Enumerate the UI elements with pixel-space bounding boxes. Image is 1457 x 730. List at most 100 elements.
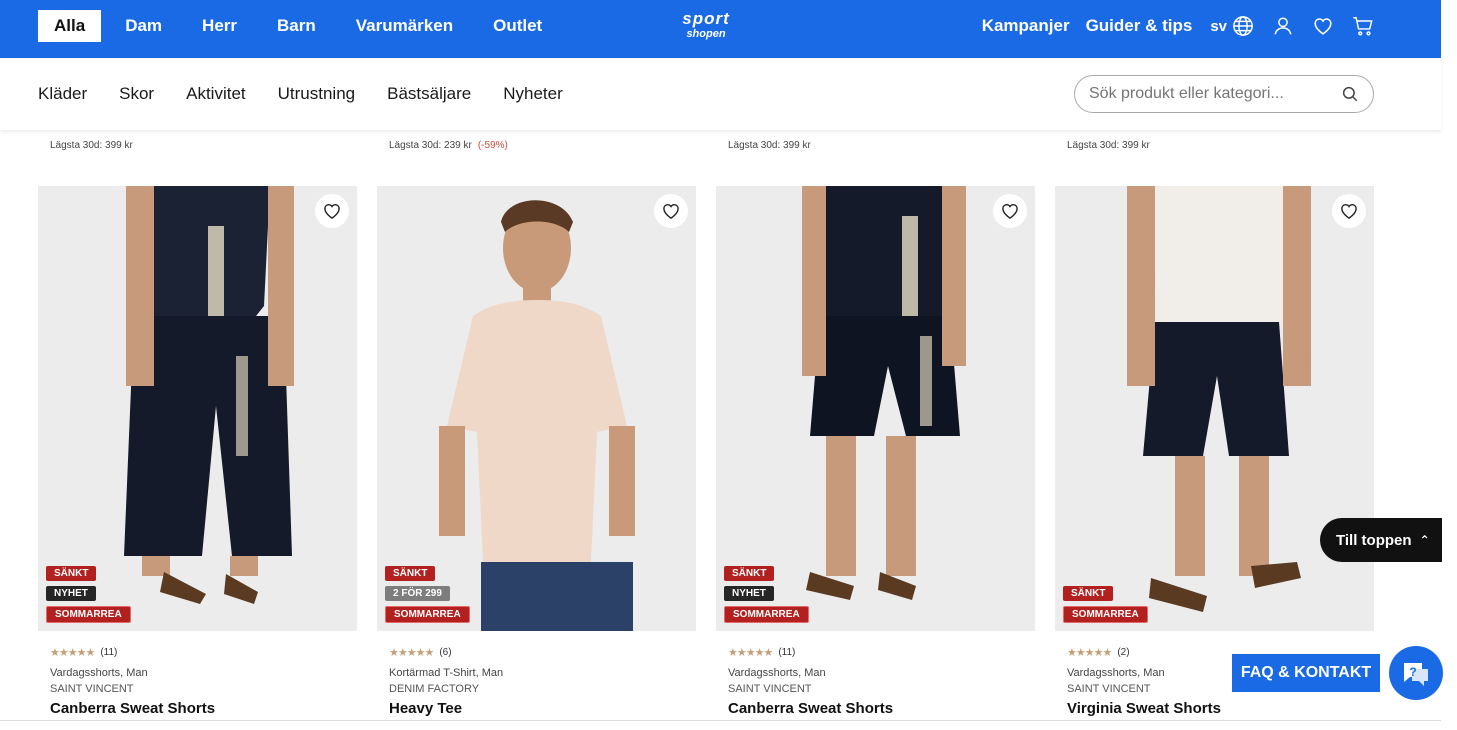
product-name[interactable]: Virginia Sweat Shorts (1067, 700, 1362, 717)
search-box (1074, 75, 1374, 113)
badge-sommarrea: SOMMARREA (724, 606, 809, 623)
chat-help-button[interactable]: ? (1389, 646, 1443, 700)
previous-lowest-price: Lägsta 30d: 399 kr (50, 140, 133, 151)
badge-sommarrea: SOMMARREA (1063, 606, 1148, 623)
badge-sommarrea: SOMMARREA (385, 606, 470, 623)
sportshopen-logo[interactable]: sport shopen (672, 10, 740, 46)
chat-help-icon: ? (1404, 663, 1428, 686)
rating: ★★★★★ (11) (50, 645, 345, 659)
product-info: ★★★★★ (11) Vardagsshorts, Man SAINT VINCE… (716, 631, 1035, 718)
star-rating-icon: ★★★★★ (389, 646, 434, 659)
badge-nyhet: NYHET (724, 586, 774, 601)
top-navigation-bar: Alla Dam Herr Barn Varumärken Outlet spo… (0, 0, 1441, 58)
category-menu: Kläder Skor Aktivitet Utrustning Bästsäl… (38, 84, 595, 104)
badge-stack: SÄNKT NYHET SOMMARREA (724, 561, 809, 623)
top-utility-nav: Kampanjer Guider & tips sv (966, 14, 1375, 38)
favorite-button[interactable] (1332, 194, 1366, 228)
tab-outlet[interactable]: Outlet (485, 10, 550, 42)
tab-alla[interactable]: Alla (38, 10, 102, 42)
back-to-top-button[interactable]: Till toppen ⌃ (1320, 518, 1442, 562)
tab-dam[interactable]: Dam (117, 10, 170, 42)
product-info: ★★★★★ (11) Vardagsshorts, Man SAINT VINCE… (38, 631, 357, 718)
badge-nyhet: NYHET (46, 586, 96, 601)
favorite-button[interactable] (315, 194, 349, 228)
page-divider (0, 720, 1441, 721)
heart-icon (324, 204, 340, 219)
lowest-price-text: Lägsta 30d: 399 kr (728, 140, 811, 151)
product-card[interactable]: SÄNKT 2 FÖR 299 SOMMARREA ★★★★★ (6) Kortä… (377, 186, 696, 717)
review-count: (11) (778, 646, 796, 658)
category-skor[interactable]: Skor (119, 84, 154, 104)
product-name[interactable]: Canberra Sweat Shorts (728, 700, 1023, 717)
badge-sankt: SÄNKT (46, 566, 97, 581)
favorite-button[interactable] (654, 194, 688, 228)
model-shorts-photo (1127, 186, 1311, 612)
heart-icon (1002, 204, 1018, 219)
category-klader[interactable]: Kläder (38, 84, 87, 104)
kampanjer-link[interactable]: Kampanjer (982, 16, 1070, 36)
faq-contact-button[interactable]: FAQ & KONTAKT (1232, 654, 1380, 692)
user-icon[interactable] (1271, 14, 1295, 38)
rating: ★★★★★ (11) (728, 645, 1023, 659)
review-count: (6) (439, 646, 452, 658)
language-code: sv (1210, 17, 1227, 35)
product-brand: SAINT VINCENT (50, 683, 134, 695)
badge-sankt: SÄNKT (724, 566, 775, 581)
page-edge (1441, 0, 1457, 730)
heart-icon (663, 204, 679, 219)
star-rating-icon: ★★★★★ (728, 646, 773, 659)
product-card[interactable]: SÄNKT NYHET SOMMARREA ★★★★★ (11) Vardagss… (716, 186, 1035, 717)
category-aktivitet[interactable]: Aktivitet (186, 84, 246, 104)
product-image[interactable]: SÄNKT NYHET SOMMARREA (716, 186, 1035, 631)
logo-word-1: sport (682, 9, 730, 28)
svg-text:?: ? (1409, 665, 1416, 679)
category-nyheter[interactable]: Nyheter (503, 84, 563, 104)
rating: ★★★★★ (6) (389, 645, 684, 659)
lowest-price-text: Lägsta 30d: 399 kr (1067, 140, 1150, 151)
badge-stack: SÄNKT NYHET SOMMARREA (46, 561, 131, 623)
review-count: (11) (100, 646, 118, 658)
previous-lowest-price: Lägsta 30d: 399 kr (728, 140, 811, 151)
category-utrustning[interactable]: Utrustning (278, 84, 355, 104)
badge-stack: SÄNKT 2 FÖR 299 SOMMARREA (385, 561, 470, 623)
product-card[interactable]: SÄNKT NYHET SOMMARREA ★★★★★ (11) Vardagss… (38, 186, 357, 717)
product-image[interactable]: SÄNKT 2 FÖR 299 SOMMARREA (377, 186, 696, 631)
chevron-up-icon: ⌃ (1419, 533, 1430, 547)
product-card[interactable]: SÄNKT SOMMARREA ★★★★★ (2) Vardagsshorts, … (1055, 186, 1374, 717)
product-type: Vardagsshorts, Man (728, 667, 826, 679)
heart-icon[interactable] (1311, 14, 1335, 38)
favorite-button[interactable] (993, 194, 1027, 228)
lowest-price-text: Lägsta 30d: 239 kr (389, 140, 472, 151)
product-image[interactable]: SÄNKT SOMMARREA (1055, 186, 1374, 631)
tab-varumarken[interactable]: Varumärken (348, 10, 461, 42)
search-icon[interactable] (1341, 85, 1359, 103)
previous-lowest-price: Lägsta 30d: 239 kr (-59%) (389, 140, 508, 151)
product-type: Vardagsshorts, Man (50, 667, 148, 679)
badge-sankt: SÄNKT (1063, 586, 1114, 601)
heart-icon (1341, 204, 1357, 219)
product-name[interactable]: Heavy Tee (389, 700, 684, 717)
badge-stack: SÄNKT SOMMARREA (1063, 581, 1148, 623)
star-rating-icon: ★★★★★ (50, 646, 95, 659)
lowest-price-text: Lägsta 30d: 399 kr (50, 140, 133, 151)
product-image[interactable]: SÄNKT NYHET SOMMARREA (38, 186, 357, 631)
star-rating-icon: ★★★★★ (1067, 646, 1112, 659)
audience-tabs: Alla Dam Herr Barn Varumärken Outlet (38, 10, 574, 42)
globe-icon (1231, 14, 1255, 38)
discount-percent: (-59%) (477, 140, 508, 151)
logo-word-2: shopen (686, 28, 726, 40)
badge-2-for-299: 2 FÖR 299 (385, 586, 450, 601)
search-input[interactable] (1089, 85, 1329, 103)
cart-icon[interactable] (1351, 14, 1375, 38)
product-type: Kortärmad T-Shirt, Man (389, 667, 504, 679)
product-brand: SAINT VINCENT (728, 683, 812, 695)
back-to-top-label: Till toppen (1336, 531, 1412, 549)
previous-lowest-price: Lägsta 30d: 399 kr (1067, 140, 1150, 151)
guider-tips-link[interactable]: Guider & tips (1086, 16, 1193, 36)
language-selector[interactable]: sv (1210, 14, 1255, 38)
tab-herr[interactable]: Herr (194, 10, 245, 42)
category-bastsaljare[interactable]: Bästsäljare (387, 84, 471, 104)
product-name[interactable]: Canberra Sweat Shorts (50, 700, 345, 717)
tab-barn[interactable]: Barn (269, 10, 324, 42)
badge-sankt: SÄNKT (385, 566, 436, 581)
